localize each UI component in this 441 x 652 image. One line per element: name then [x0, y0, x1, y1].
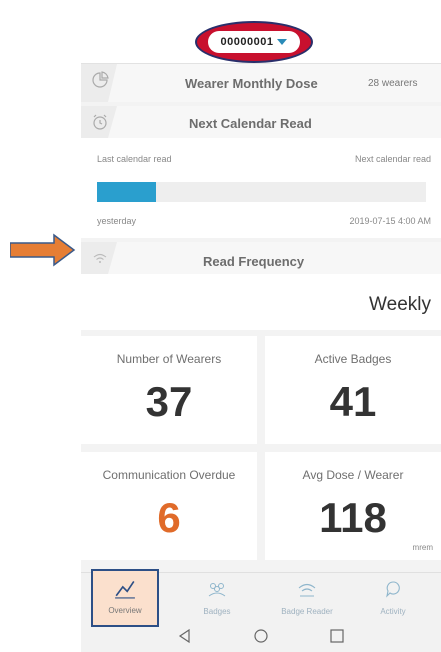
- nav-label: Overview: [108, 606, 142, 615]
- wifi-icon: [93, 253, 107, 263]
- wearer-count: 28 wearers: [368, 78, 418, 89]
- tile-label: Number of Wearers: [116, 352, 222, 366]
- nav-item-activity[interactable]: Activity: [353, 573, 433, 621]
- read-progress-fill: [97, 182, 157, 202]
- nav-item-badges[interactable]: Badges: [177, 573, 257, 621]
- active-badges-tile[interactable]: Active Badges 41: [265, 336, 441, 444]
- dose-unit: mrem: [412, 543, 433, 552]
- chat-bubble-icon: [386, 581, 400, 598]
- pie-chart-icon: [92, 71, 109, 88]
- home-icon[interactable]: [253, 628, 269, 644]
- next-read-value: 2019-07-15 4:00 AM: [349, 216, 431, 226]
- back-icon[interactable]: [177, 628, 193, 644]
- monthly-dose-card[interactable]: Wearer Monthly Dose 28 wearers: [81, 64, 441, 102]
- card-header: Next Calendar Read: [81, 106, 441, 138]
- tile-label: Avg Dose / Wearer: [302, 468, 404, 482]
- read-frequency-value: Weekly: [369, 294, 431, 315]
- read-progress-bar: [97, 182, 426, 202]
- tile-value: 6: [157, 494, 181, 541]
- account-id: 00000001: [220, 36, 274, 48]
- nav-label: Badges: [203, 607, 231, 616]
- number-of-wearers-tile[interactable]: Number of Wearers 37: [81, 336, 257, 444]
- card-title: Read Frequency: [203, 254, 305, 269]
- account-selector[interactable]: 00000001: [208, 31, 300, 53]
- app-header: 00000001: [81, 14, 441, 64]
- next-read-label: Next calendar read: [354, 154, 431, 164]
- card-title: Wearer Monthly Dose: [185, 76, 318, 91]
- chevron-down-icon: [277, 39, 288, 45]
- trend-line-icon: [115, 580, 135, 599]
- nav-item-badge-reader[interactable]: Badge Reader: [267, 573, 347, 621]
- nav-label: Badge Reader: [281, 607, 333, 616]
- nav-label: Activity: [380, 607, 406, 616]
- app-screen: 00000001 Wearer Monthly Dose 28 wearers …: [81, 14, 441, 652]
- card-title: Next Calendar Read: [189, 116, 312, 131]
- tile-label: Active Badges: [314, 352, 392, 366]
- wifi-icon: [298, 583, 316, 597]
- avg-dose-tile[interactable]: Avg Dose / Wearer 118 mrem: [265, 452, 441, 560]
- people-icon: [208, 583, 226, 597]
- card-header: Read Frequency: [81, 242, 441, 274]
- tile-label: Communication Overdue: [102, 468, 236, 482]
- tile-value: 41: [329, 378, 377, 425]
- last-read-label: Last calendar read: [97, 154, 172, 164]
- tile-value: 118: [319, 494, 387, 541]
- card-header: Wearer Monthly Dose 28 wearers: [81, 64, 441, 102]
- recents-icon[interactable]: [329, 628, 345, 644]
- last-read-value: yesterday: [97, 216, 137, 226]
- overview-highlight-content[interactable]: Overview: [91, 569, 159, 627]
- communication-overdue-tile[interactable]: Communication Overdue 6: [81, 452, 257, 560]
- read-frequency-card[interactable]: Read Frequency Weekly: [81, 242, 441, 330]
- calendar-read-card[interactable]: Next Calendar Read Last calendar read Ne…: [81, 106, 441, 238]
- tile-value: 37: [145, 378, 193, 425]
- annotation-arrow: [10, 233, 76, 267]
- alarm-clock-icon: [93, 114, 107, 130]
